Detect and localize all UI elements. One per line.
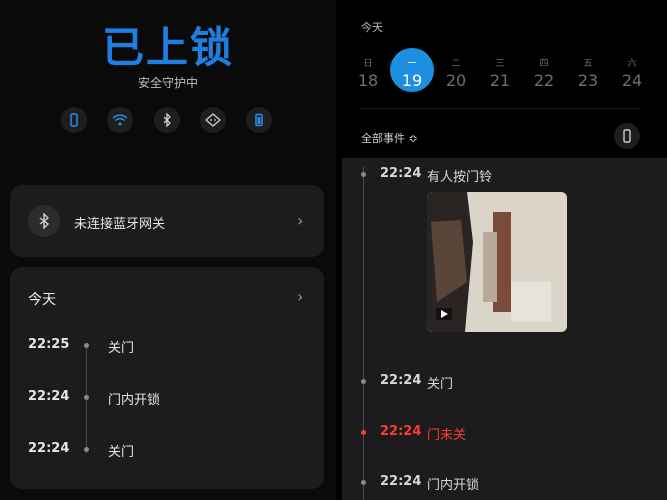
- play-icon[interactable]: [436, 308, 452, 320]
- phone-icon[interactable]: [614, 123, 640, 149]
- weekday-label: 四: [539, 59, 549, 69]
- alert-dot: [361, 430, 366, 435]
- timeline-dot: [84, 395, 89, 400]
- event-time: 22:24: [28, 441, 70, 456]
- event-label: 关门: [108, 341, 135, 356]
- date-label: 19: [401, 71, 423, 90]
- calendar-day[interactable]: 四 22: [522, 56, 566, 90]
- event-history-panel: 今天 日 18 一 19 二 20 三 21 四 22 五 23 六 24 全部…: [342, 0, 667, 500]
- timeline-panel: 22:24 有人按门铃 22:24 关门 22:24 门未关 22:24 门内开…: [342, 158, 667, 500]
- date-label: 22: [533, 71, 555, 90]
- event-label: 门未关: [427, 428, 467, 443]
- event-label: 关门: [427, 377, 454, 392]
- calendar-day[interactable]: 三 21: [478, 56, 522, 90]
- weekday-label: 五: [583, 59, 593, 69]
- lock-status-subtitle: 安全守护中: [137, 76, 198, 90]
- bluetooth-icon: [28, 205, 60, 237]
- divider: [360, 108, 640, 109]
- event-filter-dropdown[interactable]: 全部事件 ≎: [361, 130, 418, 146]
- date-label: 18: [357, 71, 379, 90]
- timeline-dot: [361, 172, 366, 177]
- event-time: 22:24: [380, 474, 422, 489]
- timeline-dot: [361, 480, 366, 485]
- gateway-label: 未连接蓝牙网关: [74, 217, 166, 232]
- battery-icon[interactable]: [246, 107, 272, 133]
- gateway-card[interactable]: 未连接蓝牙网关 ›: [10, 185, 324, 257]
- doorbell-video-thumbnail[interactable]: [427, 192, 567, 332]
- chevron-right-icon: ›: [297, 211, 304, 230]
- event-label: 关门: [108, 445, 135, 460]
- calendar-day[interactable]: 五 23: [566, 56, 610, 90]
- event-time: 22:25: [28, 337, 70, 352]
- weekday-label: 六: [627, 59, 637, 69]
- event-label: 有人按门铃: [427, 170, 493, 185]
- face-icon[interactable]: [200, 107, 226, 133]
- timeline-dot: [361, 379, 366, 384]
- weekday-label: 日: [363, 59, 373, 69]
- weekday-label: 三: [495, 59, 505, 69]
- bluetooth-icon[interactable]: [154, 107, 180, 133]
- calendar-day[interactable]: 二 20: [434, 56, 478, 90]
- today-events-card[interactable]: 今天 › 22:25 关门 22:24 门内开锁 22:24 关门: [10, 267, 324, 489]
- timeline-dot: [84, 343, 89, 348]
- chevron-right-icon: ›: [297, 287, 304, 306]
- date-label: 20: [445, 71, 467, 90]
- event-time: 22:24: [380, 424, 422, 439]
- lock-status-title: 已上锁: [101, 23, 234, 72]
- calendar-day[interactable]: 日 18: [346, 56, 390, 90]
- today-card-title: 今天: [28, 292, 56, 308]
- phone-icon[interactable]: [61, 107, 87, 133]
- event-label: 门内开锁: [427, 478, 480, 493]
- calendar-day[interactable]: 六 24: [610, 56, 654, 90]
- timeline-dot: [84, 447, 89, 452]
- lock-status-panel: 已上锁 安全守护中 未连接蓝牙网关 › 今天 › 22:25 关门 22:24: [0, 0, 336, 500]
- event-time: 22:24: [28, 389, 70, 404]
- date-label: 23: [577, 71, 599, 90]
- event-time: 22:24: [380, 373, 422, 388]
- date-label: 21: [489, 71, 511, 90]
- event-label: 门内开锁: [108, 393, 161, 408]
- weekday-label: 二: [451, 59, 461, 69]
- weekday-label: 一: [407, 59, 417, 69]
- event-time: 22:24: [380, 166, 422, 181]
- wifi-icon[interactable]: [107, 107, 133, 133]
- timeline-line: [363, 166, 364, 500]
- calendar-label: 今天: [361, 21, 383, 34]
- calendar-day-selected[interactable]: 一 19: [390, 48, 434, 92]
- date-label: 24: [621, 71, 643, 90]
